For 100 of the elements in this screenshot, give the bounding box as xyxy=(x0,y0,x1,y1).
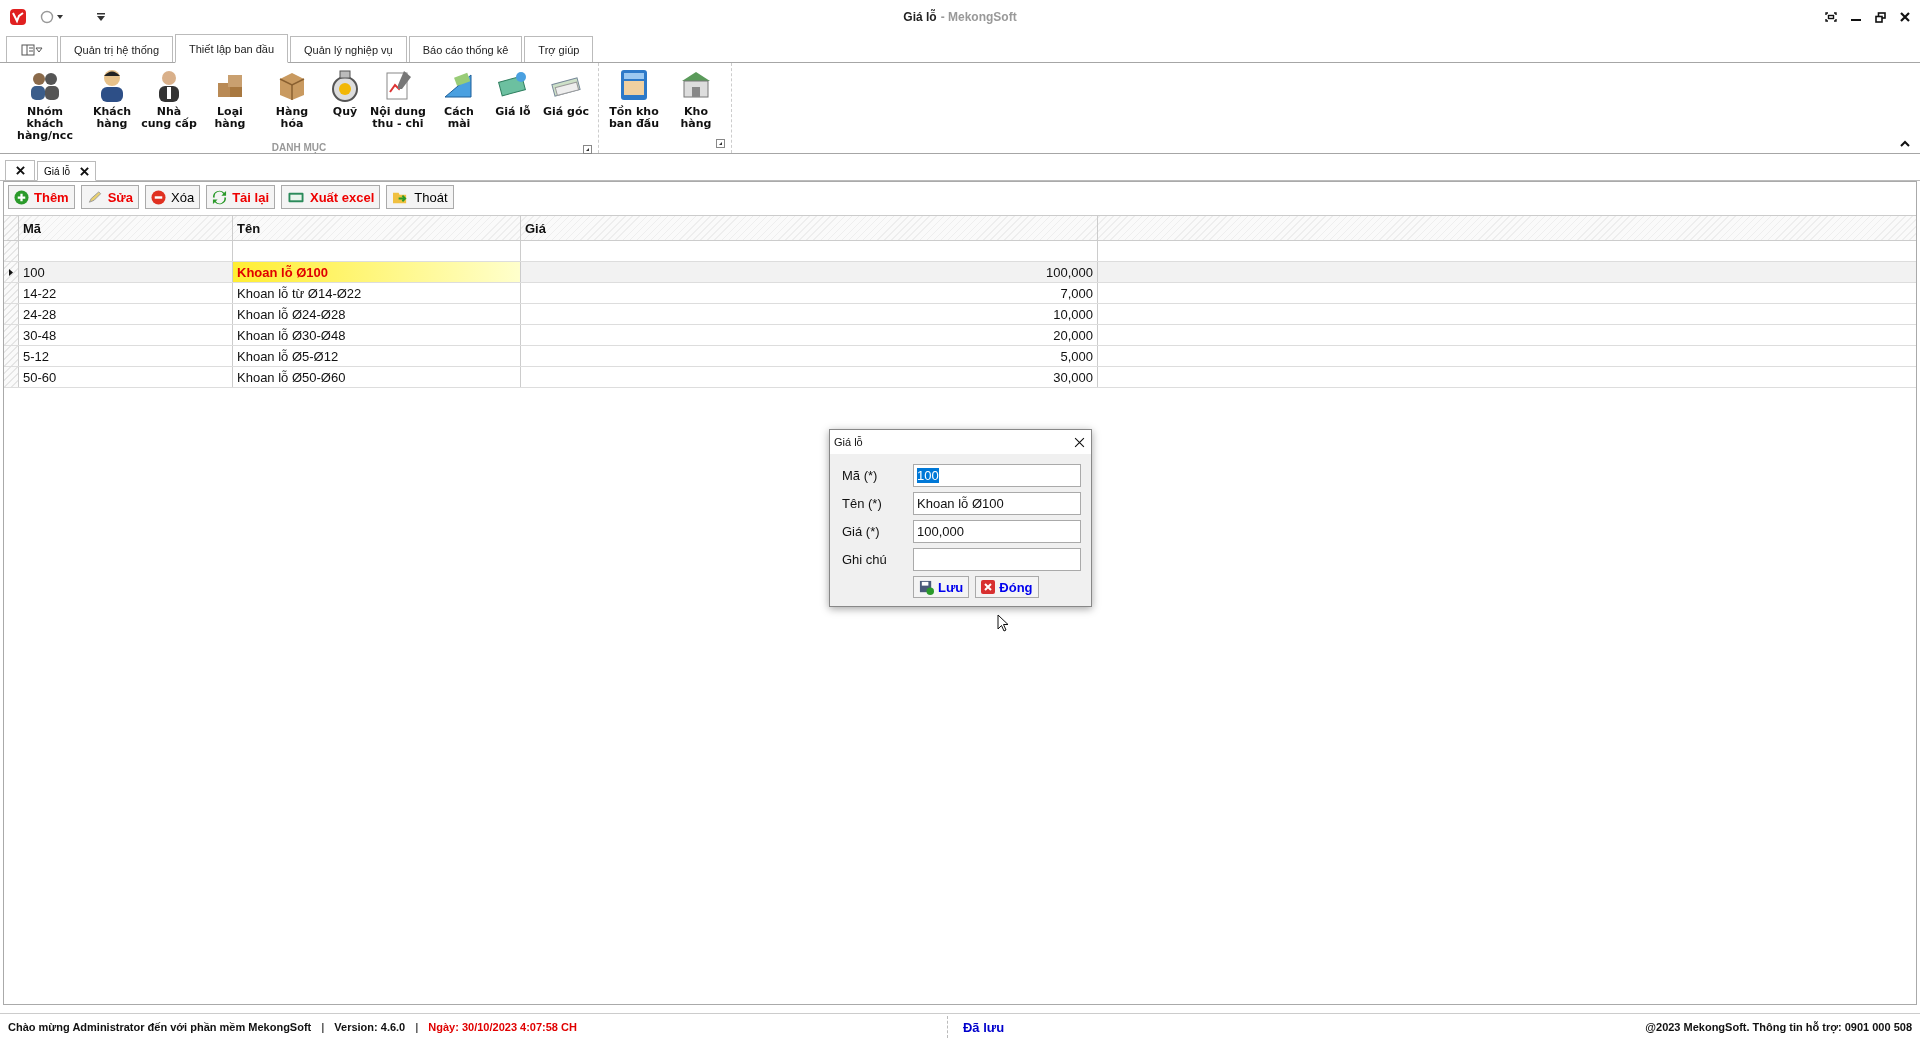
layout-icon xyxy=(21,43,43,56)
close-icon[interactable] xyxy=(1074,436,1085,448)
ribbon-button[interactable]: Hàng hóa xyxy=(260,63,324,142)
ribbon-button[interactable]: Khách hàng xyxy=(86,63,138,142)
field-label: Tên (*) xyxy=(842,496,883,511)
toolbar-button[interactable]: Thêm xyxy=(8,185,75,209)
ribbon-tab[interactable]: Thiết lập ban đầu xyxy=(175,34,289,63)
row-header-cell[interactable] xyxy=(4,262,19,282)
fullscreen-icon[interactable] xyxy=(1825,12,1837,22)
close-all-button[interactable] xyxy=(5,160,35,180)
save-status: Đã lưu xyxy=(962,1019,1005,1035)
table-row[interactable]: 50-60 Khoan lỗ Ø50-Ø60 30,000 xyxy=(4,367,1916,388)
mouse-cursor-icon xyxy=(997,614,1009,632)
window-title: Giá lỗ xyxy=(903,10,937,24)
row-header-cell[interactable] xyxy=(4,304,19,324)
column-header[interactable]: Giá xyxy=(521,216,1098,240)
circle-dropdown-icon[interactable] xyxy=(40,10,64,24)
table-cell: 10,000 xyxy=(521,304,1098,324)
toolbar-button[interactable]: Xuất excel xyxy=(281,185,381,209)
ribbon-button[interactable]: Giá lỗ xyxy=(488,63,538,142)
ribbon-button[interactable]: Giá góc xyxy=(538,63,594,142)
version-text: Version: 4.6.0 xyxy=(334,1021,406,1033)
dialog-title: Giá lỗ xyxy=(834,436,863,448)
table-row[interactable]: 14-22 Khoan lỗ từ Ø14-Ø22 7,000 xyxy=(4,283,1916,304)
table-cell: 5,000 xyxy=(521,346,1098,366)
ribbon-button[interactable]: Nhóm khách hàng/ncc xyxy=(4,63,86,142)
ribbon-tab[interactable]: Quản lý nghiệp vụ xyxy=(290,36,407,62)
input-field[interactable]: Khoan lỗ Ø100 xyxy=(913,492,1081,515)
welcome-text: Chào mừng Administrator đến với phần mềm MekongSoft xyxy=(8,1021,312,1033)
table-cell: 24-28 xyxy=(19,304,233,324)
table-cell: 30-48 xyxy=(19,325,233,345)
ribbon-button[interactable]: Nội dung thu - chi xyxy=(366,63,430,142)
column-header[interactable]: Tên xyxy=(233,216,521,240)
field-label: Ghi chú xyxy=(842,552,888,567)
table-row[interactable]: 5-12 Khoan lỗ Ø5-Ø12 5,000 xyxy=(4,346,1916,367)
table-cell: 30,000 xyxy=(521,367,1098,387)
toolbar-button[interactable]: Tải lại xyxy=(206,185,275,209)
close-tab-icon[interactable] xyxy=(80,166,90,176)
ribbon-button[interactable]: Loại hàng xyxy=(200,63,260,142)
dialog-launcher-icon[interactable] xyxy=(716,139,725,148)
group-label: DANH MỤC xyxy=(271,142,327,153)
close-button[interactable]: Đóng xyxy=(975,576,1039,598)
table-cell: Khoan lỗ Ø5-Ø12 xyxy=(233,346,521,366)
date-text: Ngày: 30/10/2023 4:07:58 CH xyxy=(428,1021,577,1033)
table-cell: Khoan lỗ Ø100 xyxy=(233,262,521,282)
table-cell: Khoan lỗ Ø50-Ø60 xyxy=(233,367,521,387)
tab-label: Giá lỗ xyxy=(44,165,71,177)
ribbon-button[interactable]: Cách mài xyxy=(430,63,488,142)
copyright-text: @2023 MekongSoft. Thông tin hỗ trợ: 0901 000 508 xyxy=(1645,1021,1912,1033)
row-header-cell[interactable] xyxy=(4,367,19,387)
row-header-cell[interactable] xyxy=(4,283,19,303)
refresh-icon xyxy=(212,189,228,205)
table-cell: Khoan lỗ Ø30-Ø48 xyxy=(233,325,521,345)
ribbon-button[interactable]: Tồn kho ban đầu xyxy=(603,63,665,136)
table-cell: 20,000 xyxy=(521,325,1098,345)
toolbar-button[interactable]: Sửa xyxy=(80,185,139,209)
table-row[interactable]: 30-48 Khoan lỗ Ø30-Ø48 20,000 xyxy=(4,325,1916,346)
document-tab[interactable]: Giá lỗ xyxy=(37,161,97,181)
floppy-icon xyxy=(919,579,934,595)
restore-icon[interactable] xyxy=(1875,11,1886,23)
table-cell: Khoan lỗ Ø24-Ø28 xyxy=(233,304,521,324)
save-button[interactable]: Lưu xyxy=(913,576,970,598)
collapse-ribbon-icon[interactable] xyxy=(1900,140,1910,147)
table-cell: 100,000 xyxy=(521,262,1098,282)
table-row[interactable]: 100 Khoan lỗ Ø100 100,000 xyxy=(4,262,1916,283)
close-icon[interactable] xyxy=(1900,12,1910,22)
table-cell: 14-22 xyxy=(19,283,233,303)
table-row[interactable]: 24-28 Khoan lỗ Ø24-Ø28 10,000 xyxy=(4,304,1916,325)
input-field[interactable] xyxy=(913,548,1081,571)
table-cell: 7,000 xyxy=(521,283,1098,303)
ribbon-tab[interactable]: Quản trị hệ thống xyxy=(60,36,173,62)
input-field[interactable]: 100 xyxy=(913,464,1081,487)
close-icon[interactable] xyxy=(15,166,25,175)
ribbon-tab[interactable]: Báo cáo thống kê xyxy=(408,36,523,62)
dialog-launcher-icon[interactable] xyxy=(583,145,592,154)
plus-icon xyxy=(14,189,29,205)
app-name: - MekongSoft xyxy=(940,10,1017,24)
separator: | xyxy=(415,1021,419,1033)
field-label: Giá (*) xyxy=(842,524,881,539)
column-header[interactable]: Mã xyxy=(19,216,233,240)
table-cell: 5-12 xyxy=(19,346,233,366)
field-label: Mã (*) xyxy=(842,468,879,483)
app-logo[interactable] xyxy=(10,9,26,25)
close-icon xyxy=(981,580,996,594)
table-cell: Khoan lỗ từ Ø14-Ø22 xyxy=(233,283,521,303)
ribbon-tab[interactable]: Trợ giúp xyxy=(524,36,594,62)
minus-icon xyxy=(151,189,166,205)
customize-dropdown-icon[interactable] xyxy=(96,12,106,22)
row-header-cell[interactable] xyxy=(4,325,19,345)
table-cell: 50-60 xyxy=(19,367,233,387)
toolbar-button[interactable]: Thoát xyxy=(386,185,454,209)
toolbar-button[interactable]: Xóa xyxy=(145,185,201,209)
separator: | xyxy=(321,1021,325,1033)
ribbon-button[interactable]: Quỹ xyxy=(324,63,366,142)
ribbon-button[interactable]: Kho hàng xyxy=(665,63,727,136)
current-row-icon xyxy=(9,268,13,276)
row-header-cell[interactable] xyxy=(4,346,19,366)
pencil-icon xyxy=(86,189,103,205)
input-field[interactable]: 100,000 xyxy=(913,520,1081,543)
ribbon-button[interactable]: Nhà cung cấp xyxy=(138,63,200,142)
